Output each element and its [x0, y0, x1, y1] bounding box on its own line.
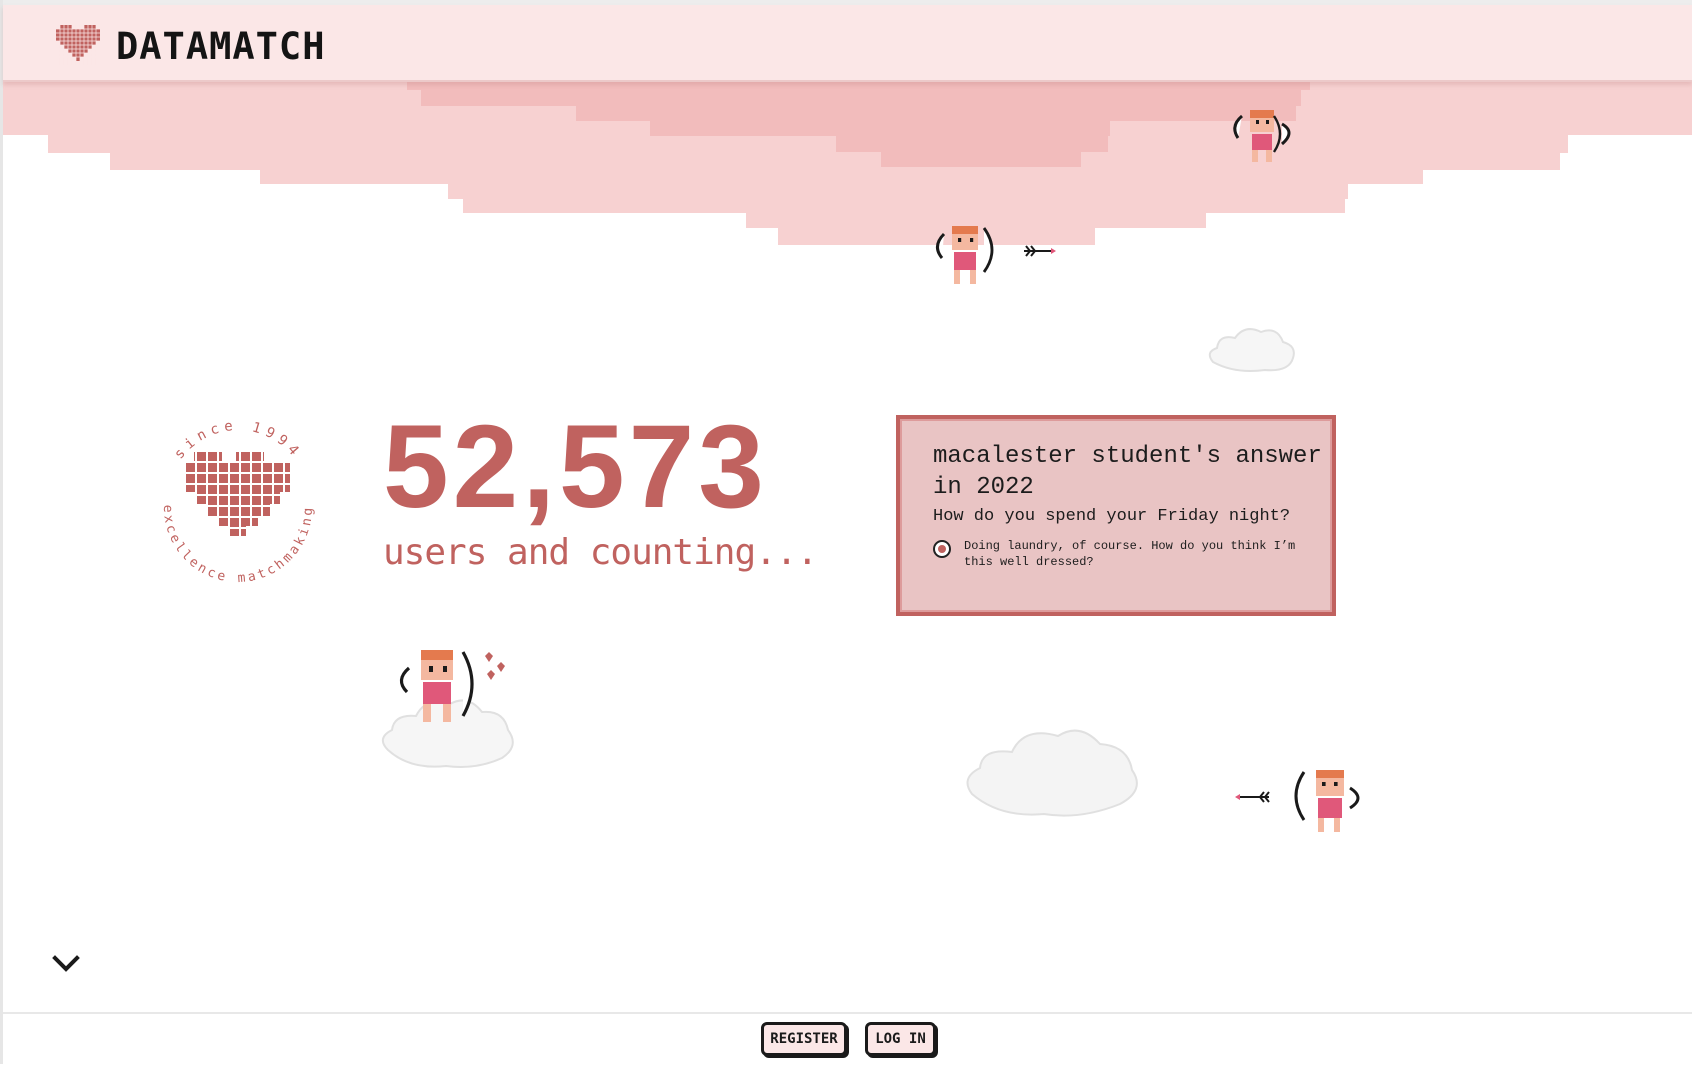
card-question: How do you spend your Friday night? [933, 507, 1291, 526]
chevron-down-icon[interactable] [52, 955, 80, 973]
card-title: macalester student's answer in 2022 [933, 443, 1322, 501]
login-button[interactable]: LOG IN [865, 1022, 936, 1056]
brand-logo[interactable]: DATAMATCH [116, 25, 325, 68]
site-header: DATAMATCH [3, 5, 1692, 82]
cupid-icon [399, 650, 505, 722]
cupid-icon [1294, 770, 1360, 832]
cloud-icon [1208, 328, 1295, 372]
user-count: 52,573 [383, 401, 768, 533]
arrow-icon [1235, 791, 1270, 803]
cloud-icon [966, 729, 1138, 817]
student-answer-card: macalester student's answer in 2022 How … [896, 415, 1336, 616]
since-1994-badge: since 1994 excellence matchmaking [150, 412, 326, 588]
user-count-caption: users and counting... [383, 532, 818, 573]
card-answer: Doing laundry, of course. How do you thi… [964, 539, 1296, 569]
pixel-sky-clouds [3, 80, 1692, 245]
cupid-icon [936, 226, 994, 284]
arrow-icon [1024, 245, 1056, 257]
cupid-icon [1233, 110, 1291, 162]
heart-icon[interactable] [55, 25, 101, 65]
register-button[interactable]: REGISTER [761, 1022, 847, 1056]
answer-radio[interactable] [933, 540, 951, 558]
footer-bar: REGISTER LOG IN [3, 1012, 1692, 1066]
